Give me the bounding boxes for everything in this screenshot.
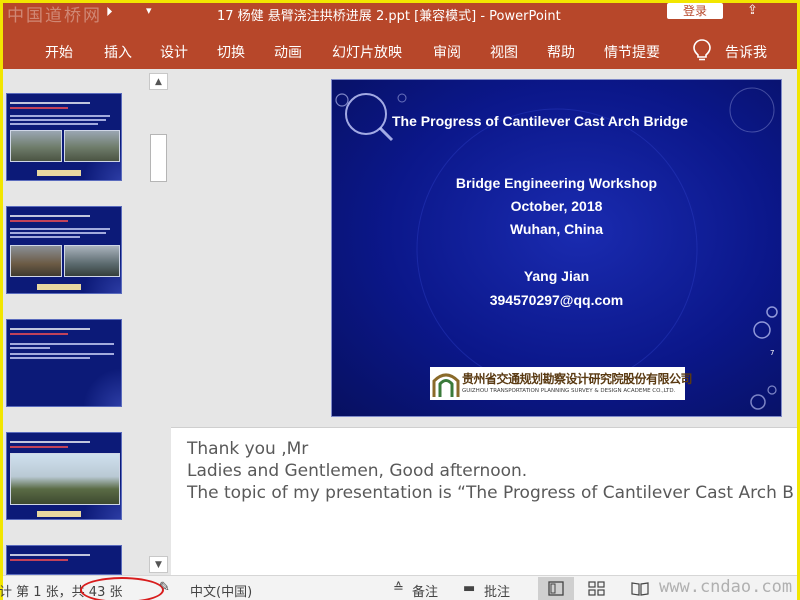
scroll-down-icon[interactable]: ▼ xyxy=(149,556,168,573)
thumbnail-photo xyxy=(10,245,62,277)
tab-transitions[interactable]: 切换 xyxy=(217,42,245,62)
thumbnail-title-line xyxy=(10,441,90,443)
thumbnail-scrollbar[interactable]: ▲ ▼ xyxy=(149,73,168,575)
thumbnail-photo xyxy=(64,245,120,277)
thumbnail-subtitle-line xyxy=(10,107,68,109)
thumbnail-text-line xyxy=(10,343,114,345)
tab-home[interactable]: 开始 xyxy=(45,42,73,62)
company-logo: 贵州省交通规划勘察设计研究院股份有限公司 GUIZHOU TRANSPORTAT… xyxy=(430,367,693,400)
thumbnail-text-line xyxy=(10,357,90,359)
tab-view[interactable]: 视图 xyxy=(490,42,518,62)
comments-button[interactable]: 批注 xyxy=(484,581,510,600)
tab-insert[interactable]: 插入 xyxy=(104,42,132,62)
tab-slideshow[interactable]: 幻灯片放映 xyxy=(332,42,402,62)
slide-thumbnail[interactable] xyxy=(6,206,122,294)
slide-title: The Progress of Cantilever Cast Arch Bri… xyxy=(392,113,688,129)
reading-view-icon[interactable] xyxy=(630,581,650,597)
title-bar: 中国道桥网 ⏵ ▾ 17 杨健 悬臂浇注拱桥进展 2.ppt [兼容模式] - … xyxy=(3,3,797,26)
thumbnail-photo xyxy=(64,130,120,162)
thumbnail-title-line xyxy=(10,102,90,104)
slide-thumbnail[interactable] xyxy=(6,545,122,575)
thumbnail-text-line xyxy=(10,115,110,117)
normal-view-icon xyxy=(548,581,564,596)
tab-design[interactable]: 设计 xyxy=(160,42,188,62)
slide-email: 394570297@qq.com xyxy=(489,292,624,308)
language-indicator[interactable]: 中文(中国) xyxy=(190,581,252,600)
company-name-cn: 贵州省交通规划勘察设计研究院股份有限公司 xyxy=(462,372,693,386)
tab-help[interactable]: 帮助 xyxy=(547,42,575,62)
thumbnail-text-line xyxy=(10,236,80,238)
thumbnail-caption xyxy=(37,511,81,517)
notes-line: The topic of my presentation is “The Pro… xyxy=(187,483,794,503)
thumbnail-subtitle-line xyxy=(10,559,68,561)
thumbnail-text-line xyxy=(10,228,110,230)
thumbnail-caption xyxy=(37,284,81,290)
thumbnail-text-line xyxy=(10,123,98,125)
slide-date: October, 2018 xyxy=(510,198,603,214)
login-button[interactable]: 登录 xyxy=(667,3,723,19)
lightbulb-icon[interactable] xyxy=(691,38,713,62)
scrollbar-thumb[interactable] xyxy=(150,134,167,182)
notes-pane[interactable]: Thank you ,Mr Ladies and Gentlemen, Good… xyxy=(171,427,797,575)
company-name-en: GUIZHOU TRANSPORTATION PLANNING SURVEY &… xyxy=(462,388,676,394)
tab-review[interactable]: 审阅 xyxy=(433,42,461,62)
thumbnail-text-line xyxy=(10,347,50,349)
thumbnail-subtitle-line xyxy=(10,333,68,335)
highlight-circle xyxy=(80,577,164,600)
slide-thumbnail[interactable] xyxy=(6,432,122,520)
thumbnail-caption xyxy=(37,170,81,176)
tab-animations[interactable]: 动画 xyxy=(274,42,302,62)
thumbnail-subtitle-line xyxy=(10,446,68,448)
tab-storyboard[interactable]: 情节提要 xyxy=(604,42,660,62)
slide-thumbnail-pane xyxy=(3,69,149,575)
status-bar: 计 第 1 张，共 43 张 ✎ 中文(中国) ≙ 备注 ▬ 批注 www.cn… xyxy=(0,575,797,600)
notes-icon[interactable]: ≙ xyxy=(393,581,404,596)
ribbon-tabs: 开始 插入 设计 切换 动画 幻灯片放映 审阅 视图 帮助 情节提要 告诉我 xyxy=(3,25,797,69)
start-from-beginning-icon[interactable]: ⏵ xyxy=(106,5,113,20)
normal-view-button[interactable] xyxy=(538,577,574,600)
scroll-up-icon[interactable]: ▲ xyxy=(149,73,168,90)
slide-thumbnail[interactable] xyxy=(6,93,122,181)
notes-line: Thank you ,Mr xyxy=(187,439,309,459)
current-slide[interactable]: The Progress of Cantilever Cast Arch Bri… xyxy=(331,79,782,417)
thumbnail-subtitle-line xyxy=(10,220,68,222)
thumbnail-title-line xyxy=(10,554,90,556)
slide-sorter-icon[interactable] xyxy=(587,581,607,597)
slide-event-name: Bridge Engineering Workshop xyxy=(455,175,658,191)
thumbnail-title-line xyxy=(10,215,90,217)
slide-page-number: 7 xyxy=(770,349,775,357)
document-title: 17 杨健 悬臂浇注拱桥进展 2.ppt [兼容模式] - PowerPoint xyxy=(217,9,561,24)
slide-author: Yang Jian xyxy=(523,268,590,284)
comments-icon[interactable]: ▬ xyxy=(463,581,475,596)
tab-tell-me[interactable]: 告诉我 xyxy=(725,42,767,62)
thumbnail-photo xyxy=(10,130,62,162)
notes-line: Ladies and Gentlemen, Good afternoon. xyxy=(187,461,528,481)
slide-editing-area: The Progress of Cantilever Cast Arch Bri… xyxy=(168,69,797,427)
customize-quick-access-icon[interactable]: ▾ xyxy=(146,4,152,17)
thumbnail-text-line xyxy=(10,119,106,121)
thumbnail-text-line xyxy=(10,232,106,234)
notes-button[interactable]: 备注 xyxy=(412,581,438,600)
watermark-text: www.cndao.com xyxy=(659,577,793,597)
slide-location: Wuhan, China xyxy=(509,221,604,237)
restore-window-icon[interactable]: ⇪ xyxy=(747,3,758,18)
spelling-check-icon[interactable]: ✎ xyxy=(159,580,170,595)
thumbnail-title-line xyxy=(10,328,90,330)
thumbnail-text-line xyxy=(10,353,114,355)
company-logo-mark xyxy=(432,373,460,397)
watermark-logo: 中国道桥网 xyxy=(7,6,102,26)
slide-thumbnail[interactable] xyxy=(6,319,122,407)
thumbnail-photo xyxy=(10,453,120,505)
